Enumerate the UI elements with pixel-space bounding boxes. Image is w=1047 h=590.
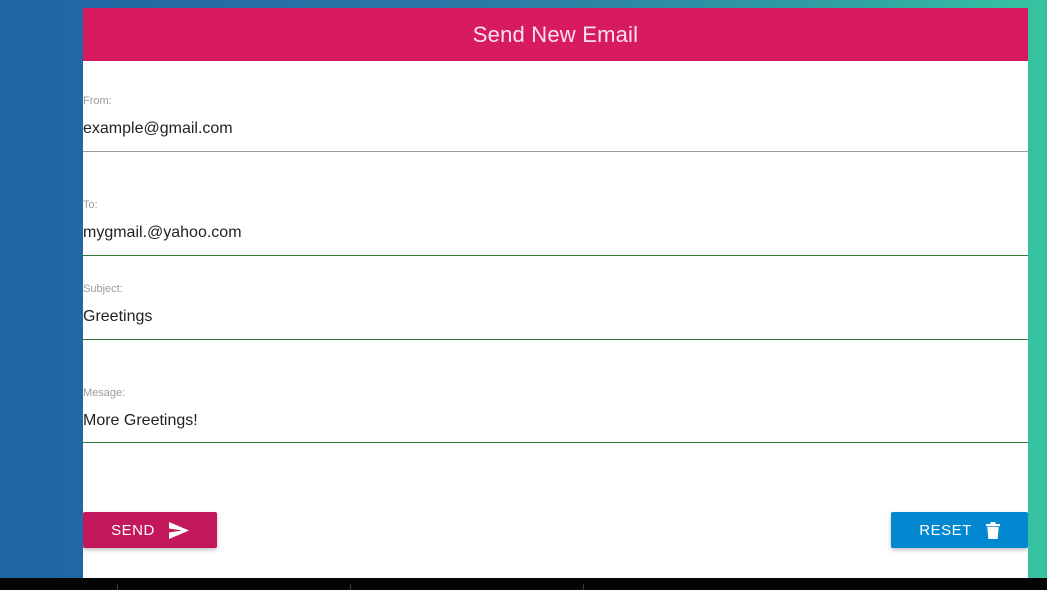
email-form-card: Send New Email From: To: Subject: Mesage…	[83, 8, 1028, 578]
from-underline	[83, 151, 1028, 152]
to-field: To:	[83, 153, 1028, 257]
send-icon	[168, 521, 189, 539]
form-title: Send New Email	[472, 21, 639, 47]
reset-button[interactable]: RESET	[891, 512, 1028, 548]
form-header: Send New Email	[83, 8, 1028, 61]
from-field: From:	[83, 61, 1028, 153]
from-label: From:	[83, 95, 112, 107]
send-button[interactable]: SEND	[83, 512, 217, 548]
subject-input[interactable]	[83, 307, 1028, 327]
from-input[interactable]	[83, 119, 1028, 139]
subject-underline	[83, 339, 1028, 340]
taskbar-divider	[117, 584, 118, 590]
taskbar	[0, 578, 1047, 590]
message-underline	[83, 442, 1028, 443]
to-input[interactable]	[83, 223, 1028, 243]
trash-icon	[985, 521, 1000, 539]
to-label: To:	[83, 199, 98, 211]
subject-field: Subject:	[83, 257, 1028, 341]
to-underline	[83, 255, 1028, 256]
taskbar-divider	[583, 584, 584, 590]
taskbar-divider	[350, 584, 351, 590]
send-button-label: SEND	[111, 521, 155, 539]
subject-label: Subject:	[83, 283, 123, 295]
message-label: Mesage:	[83, 387, 126, 399]
message-field: Mesage:	[83, 341, 1028, 445]
message-input[interactable]	[83, 411, 1028, 431]
reset-button-label: RESET	[919, 521, 972, 539]
